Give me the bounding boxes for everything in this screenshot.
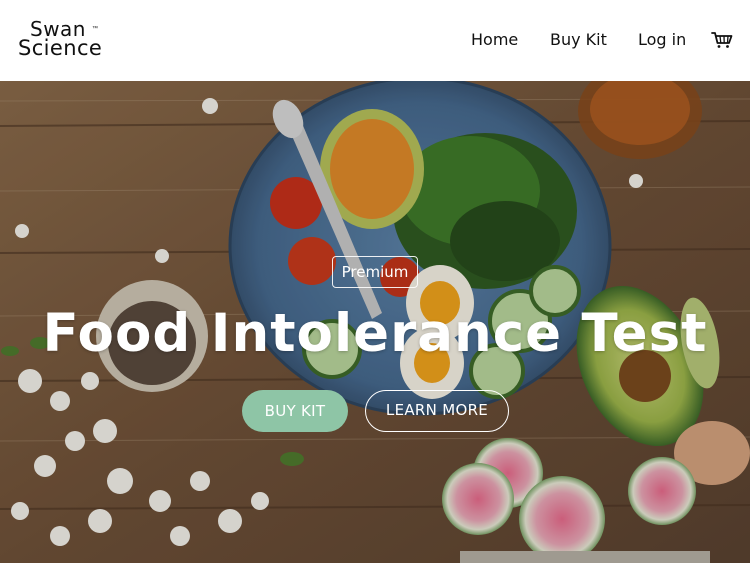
buy-kit-button[interactable]: BUY KIT <box>242 390 348 432</box>
brand-logo[interactable]: Swan ™ Science <box>18 19 114 62</box>
hero-section: Premium Food Intolerance Test BUY KIT LE… <box>0 81 750 563</box>
cart-icon[interactable] <box>711 31 733 49</box>
learn-more-button[interactable]: LEARN MORE <box>365 390 509 432</box>
nav-login-link[interactable]: Log in <box>638 30 686 50</box>
premium-badge: Premium <box>332 256 418 288</box>
nav-home-link[interactable]: Home <box>471 30 518 50</box>
hero-title: Food Intolerance Test <box>42 303 708 364</box>
nav-buy-kit-link[interactable]: Buy Kit <box>550 30 607 50</box>
brand-name-line2: Science <box>18 36 103 60</box>
site-header: Swan ™ Science Home Buy Kit Log in <box>0 0 750 81</box>
